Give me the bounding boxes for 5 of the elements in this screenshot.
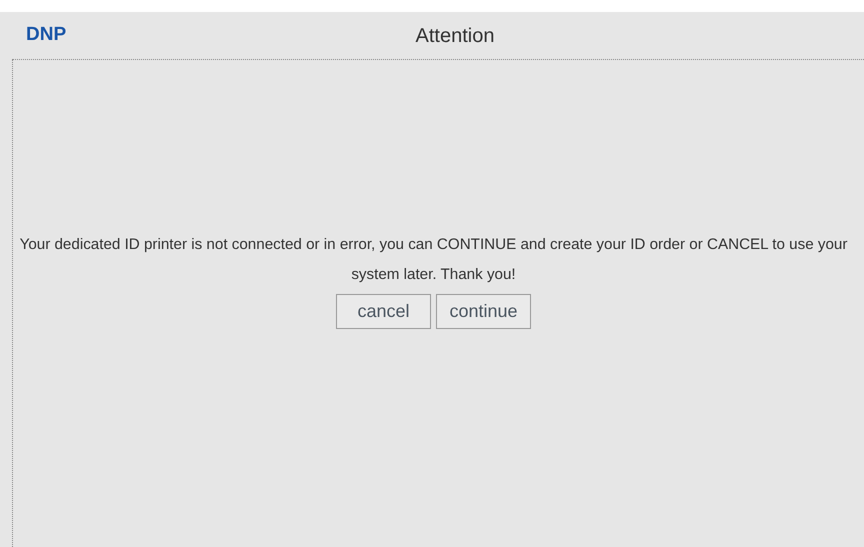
- dialog-title: Attention: [416, 24, 494, 48]
- logo: DNP: [26, 23, 66, 48]
- message-text: Your dedicated ID printer is not connected or in error, you can CONTINUE and create your ID order or CANCEL to use your system later. Thank you!: [18, 235, 848, 285]
- cancel-button[interactable]: cancel: [336, 294, 431, 329]
- continue-button[interactable]: continue: [436, 294, 531, 329]
